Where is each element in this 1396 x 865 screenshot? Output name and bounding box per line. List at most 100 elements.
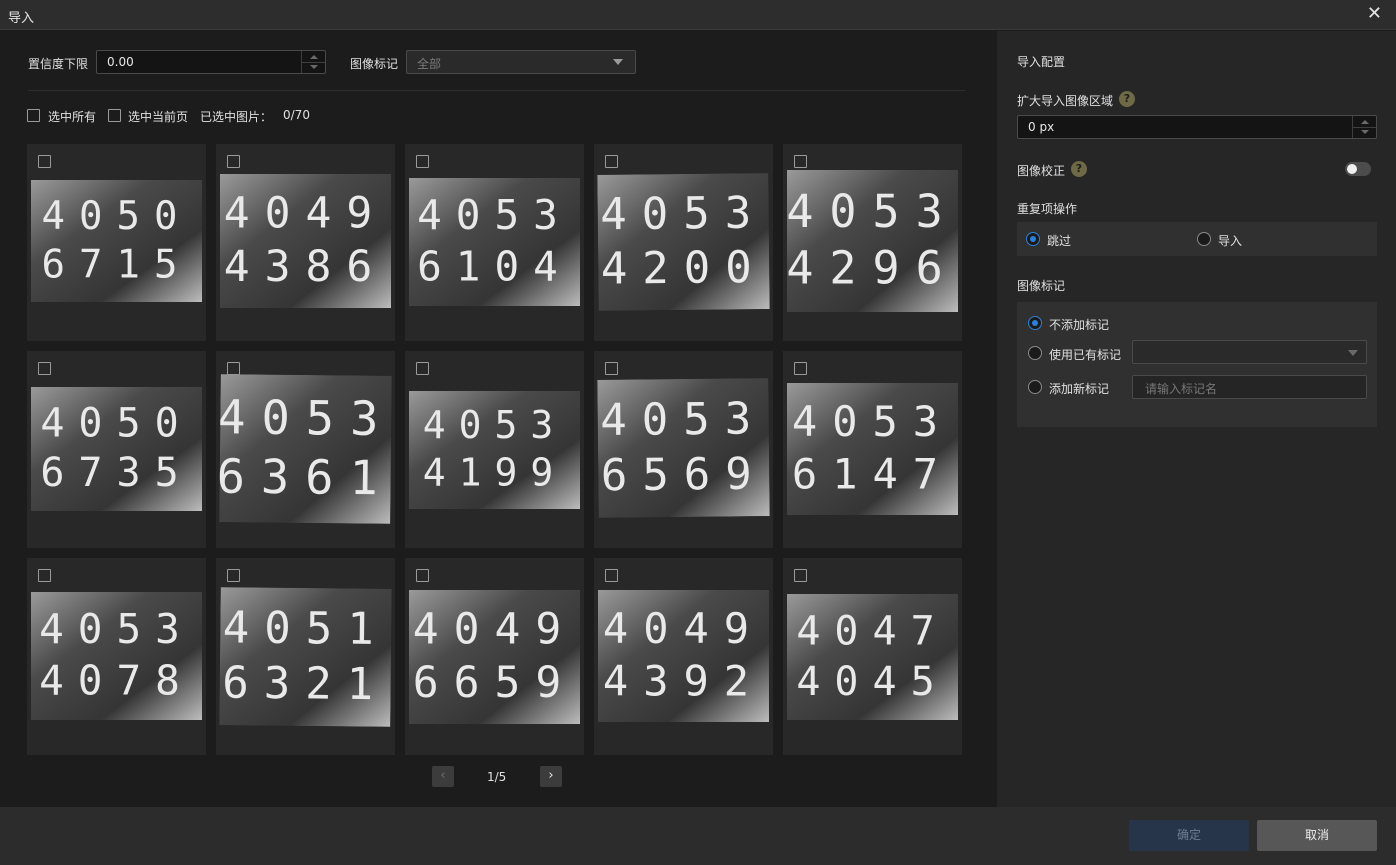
image-checkbox[interactable] [38,569,51,582]
image-browser: 置信度下限 0.00 图像标记 全部 选中所有 选中当前页 已选中图片： 0/7… [0,31,996,807]
image-correction-label: 图像校正 [1017,164,1066,178]
confirm-button[interactable]: 确定 [1129,820,1249,851]
image-checkbox[interactable] [416,569,429,582]
thumbnail-digits: 4053 [417,191,572,239]
thumbnail-digits: 4392 [603,657,764,706]
duplicate-label: 重复项操作 [1017,202,1078,216]
tag-filter-value: 全部 [417,57,442,71]
help-icon[interactable]: ? [1119,91,1135,107]
radio-no-tag[interactable] [1028,316,1042,330]
thumbnail-digits: 6569 [601,449,767,502]
spin-arrows[interactable] [301,51,325,73]
image-tile[interactable]: 4049 4386 [216,144,395,341]
thumbnail-digits: 4053 [39,605,194,653]
config-title: 导入配置 [1017,55,1066,69]
image-checkbox[interactable] [38,155,51,168]
image-checkbox[interactable] [605,569,618,582]
radio-new-tag-label[interactable]: 添加新标记 [1049,380,1109,397]
image-thumbnail: 40534296 [787,170,958,312]
radio-skip-label[interactable]: 跳过 [1047,232,1071,249]
chevron-down-icon [613,59,623,65]
thumbnail-digits: 4050 [40,401,192,447]
spin-up-icon[interactable] [1361,120,1369,124]
image-checkbox[interactable] [416,362,429,375]
spin-arrows[interactable] [1352,116,1376,138]
divider [28,90,965,91]
thumbnail-digits: 4053 [423,403,567,447]
image-thumbnail: 40534200 [597,173,770,311]
image-tile[interactable]: 4050 6735 [27,351,206,548]
image-checkbox[interactable] [227,569,240,582]
radio-import-label[interactable]: 导入 [1218,232,1242,249]
thumbnail-digits: 6715 [42,243,192,288]
thumbnail-digits: 4049 [413,605,577,655]
thumbnail-digits: 4053 [600,188,766,241]
image-tile[interactable]: 4047 4045 [783,558,962,755]
image-thumbnail: 40536104 [409,178,580,306]
confidence-value: 0.00 [107,55,134,69]
close-icon[interactable]: ✕ [1367,4,1382,24]
image-checkbox[interactable] [794,569,807,582]
radio-import[interactable] [1197,232,1211,246]
radio-existing-tag-label[interactable]: 使用已有标记 [1049,346,1121,363]
cancel-button[interactable]: 取消 [1257,820,1377,851]
thumbnail-digits: 6659 [413,658,577,708]
thumbnail-digits: 4078 [39,656,194,704]
radio-existing-tag[interactable] [1028,346,1042,360]
thumbnail-digits: 4296 [787,242,958,295]
image-thumbnail: 40494392 [598,590,769,722]
existing-tag-select[interactable] [1132,340,1367,364]
confidence-input[interactable]: 0.00 [96,50,326,74]
chevron-down-icon [1348,350,1358,356]
chevron-left-icon[interactable]: ‹ [432,766,454,787]
spin-down-icon[interactable] [1361,130,1369,134]
image-checkbox[interactable] [227,155,240,168]
title-bar: 导入 ✕ [0,0,1396,30]
select-all-checkbox[interactable] [27,109,40,122]
page-indicator: 1/5 [487,770,507,784]
chevron-right-icon[interactable]: › [540,766,562,787]
image-tile[interactable]: 4051 6321 [216,558,395,755]
expand-region-input[interactable]: 0 px [1017,115,1377,139]
image-checkbox[interactable] [38,362,51,375]
radio-new-tag[interactable] [1028,380,1042,394]
image-tile[interactable]: 4053 6147 [783,351,962,548]
spin-down-icon[interactable] [310,65,318,69]
help-icon[interactable]: ? [1071,161,1087,177]
image-checkbox[interactable] [794,362,807,375]
radio-skip[interactable] [1026,232,1040,246]
image-correction-toggle[interactable] [1345,162,1371,176]
image-checkbox[interactable] [416,155,429,168]
image-checkbox[interactable] [605,155,618,168]
radio-no-tag-label[interactable]: 不添加标记 [1049,316,1109,333]
select-page-checkbox[interactable] [108,109,121,122]
image-checkbox[interactable] [605,362,618,375]
image-tile[interactable]: 4053 4296 [783,144,962,341]
image-tile[interactable]: 4049 4392 [594,558,773,755]
new-tag-input[interactable]: 请输入标记名 [1132,375,1367,399]
image-thumbnail: 4047 4045 [787,594,958,720]
tag-options: 不添加标记 使用已有标记 添加新标记 请输入标记名 [1017,302,1377,427]
thumbnail-digits: 6361 [219,449,392,506]
image-checkbox[interactable] [794,155,807,168]
image-tile[interactable]: 4050 6715 [27,144,206,341]
image-checkbox[interactable] [227,362,240,375]
spin-up-icon[interactable] [310,55,318,59]
tag-section-label: 图像标记 [1017,279,1066,293]
image-tile[interactable]: 4053 4078 [27,558,206,755]
image-tile[interactable]: 4053 6104 [405,144,584,341]
select-all-label[interactable]: 选中所有 [48,108,96,125]
image-tile[interactable]: 4053 6361 [216,351,395,548]
new-tag-placeholder: 请输入标记名 [1145,382,1218,396]
thumbnail-digits: 6147 [792,450,953,499]
expand-region-value: 0 px [1028,120,1055,134]
select-page-label[interactable]: 选中当前页 [128,108,188,125]
image-thumbnail: 40536361 [219,374,392,524]
window-title: 导入 [8,11,35,26]
tag-filter-select[interactable]: 全部 [406,50,636,74]
image-tile[interactable]: 4049 6659 [405,558,584,755]
image-thumbnail: 40506715 [31,180,202,302]
image-tile[interactable]: 4053 6569 [594,351,773,548]
image-tile[interactable]: 4053 4199 [405,351,584,548]
image-tile[interactable]: 4053 4200 [594,144,773,341]
